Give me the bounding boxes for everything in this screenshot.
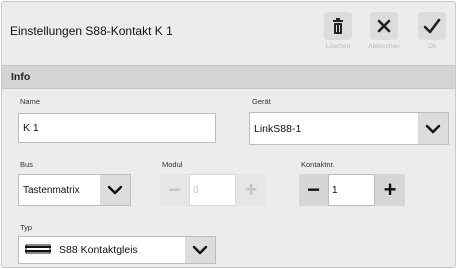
type-value: S88 Kontaktgleis [59,244,138,256]
chevron-down-icon[interactable] [185,237,215,263]
cancel-button[interactable]: Abbrechen [366,12,402,56]
plus-icon: + [244,177,258,202]
dialog-title: Einstellungen S88-Kontakt K 1 [10,24,173,38]
close-icon [370,12,398,40]
module-label: Modul [162,160,183,169]
module-decrement-button[interactable]: − [160,174,189,206]
minus-icon: − [307,177,320,202]
name-label: Name [20,97,41,106]
type-value-wrap: S88 Kontaktgleis [25,237,138,263]
track-icon [25,244,51,257]
settings-dialog: Einstellungen S88-Kontakt K 1 Löschen Ab… [1,1,456,268]
checkmark-icon [418,12,446,40]
plus-icon: + [383,177,397,202]
module-input[interactable]: 0 [189,174,236,206]
ok-button[interactable]: Ok [414,12,450,56]
cancel-button-label: Abbrechen [368,43,400,50]
device-value: LinkS88-1 [254,122,302,135]
bus-value: Tastenmatrix [23,184,80,196]
contact-decrement-button[interactable]: − [299,174,328,206]
contact-increment-button[interactable]: + [375,174,405,206]
delete-button-label: Löschen [325,43,351,50]
ok-button-label: Ok [427,43,437,50]
minus-icon: − [168,177,181,202]
device-label: Gerät [252,97,271,106]
section-title: Info [11,71,31,83]
dialog-header: Einstellungen S88-Kontakt K 1 Löschen Ab… [2,2,455,60]
type-select[interactable]: S88 Kontaktgleis [18,236,216,264]
contact-number-label: Kontaktnr. [301,160,335,169]
bus-label: Bus [20,160,33,169]
chevron-down-icon[interactable] [418,113,448,144]
name-input[interactable]: K 1 [18,113,216,143]
bus-select[interactable]: Tastenmatrix [18,174,131,206]
delete-button[interactable]: Löschen [320,12,356,56]
contact-number-input[interactable]: 1 [328,174,375,206]
module-increment-button[interactable]: + [236,174,266,206]
device-select[interactable]: LinkS88-1 [249,112,449,145]
chevron-down-icon[interactable] [100,175,130,205]
trash-icon [324,12,352,40]
type-label: Typ [20,223,33,232]
section-header-info: Info [2,65,455,89]
